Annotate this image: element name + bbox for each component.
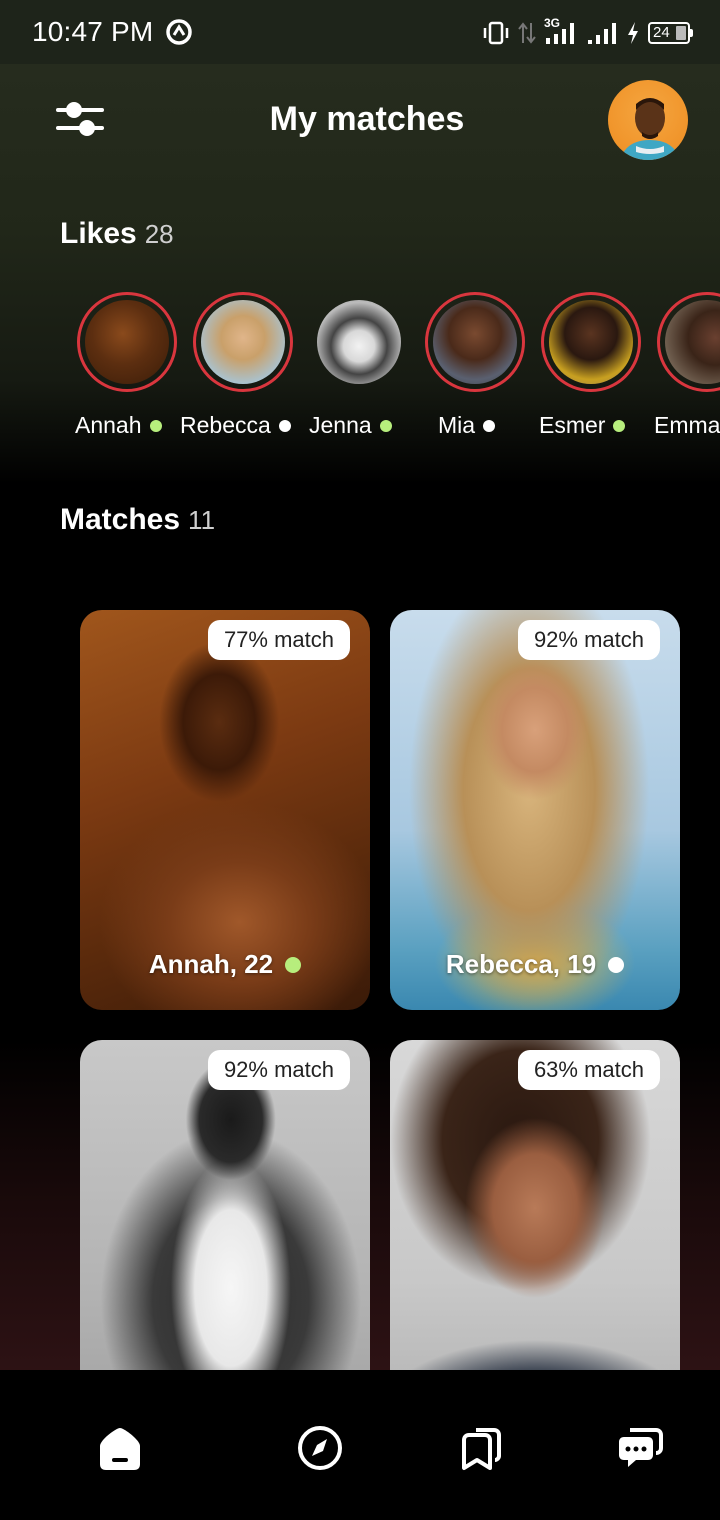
match-card[interactable]: 77% match Annah, 22 [80,610,370,1010]
signal-bars-2-icon [588,23,616,44]
like-item[interactable]: Annah [75,292,193,442]
match-name: Rebecca, 19 [445,949,597,979]
signal-3g: 3G [544,16,578,46]
match-percentage-badge: 92% match [517,620,660,660]
like-ring [193,292,293,392]
battery-icon: 24 [648,22,693,44]
bottom-navigation [0,1370,720,1520]
like-name-row: Rebecca [180,412,291,439]
user-avatar-icon [620,98,680,160]
matches-title: Matches [60,503,181,536]
data-arrows-icon [518,22,536,44]
like-item[interactable]: Rebecca [180,292,309,442]
like-avatar [85,300,169,384]
like-avatar [433,300,517,384]
like-name: Jenna [309,412,372,438]
likes-header: Likes 28 [60,217,174,251]
nav-chat[interactable] [610,1418,670,1478]
match-name-row: Annah, 22 [80,949,370,980]
online-dot [149,419,162,432]
like-name: Emma [654,412,720,438]
like-name-row: Esmer [539,412,626,439]
match-name: Annah, 22 [148,949,274,979]
app-notification-icon [166,19,192,45]
like-ring [657,292,720,392]
match-percentage-badge: 63% match [517,1050,660,1090]
online-dot [379,419,392,432]
like-item[interactable]: Mia [425,292,541,442]
charging-icon [628,22,638,44]
nav-cards[interactable] [450,1418,510,1478]
like-name: Annah [75,412,142,438]
like-ring [541,292,641,392]
like-item[interactable]: Esmer [539,292,657,442]
like-avatar [665,300,720,384]
chat-icon [619,1428,663,1467]
home-icon [100,1428,140,1470]
match-percentage-badge: 92% match [207,1050,350,1090]
nav-home[interactable] [90,1418,150,1478]
status-time: 10:47 PM [32,16,154,47]
match-percentage-badge: 77% match [207,620,350,660]
like-name-row: Mia [438,412,496,439]
like-item[interactable]: Jenna [309,292,425,442]
like-name-row: Jenna [309,412,392,439]
like-name: Mia [438,412,476,438]
like-name: Rebecca [180,412,271,438]
like-ring [425,292,525,392]
status-bar: 10:47 PM 3G 24 [0,0,720,64]
nav-explore[interactable] [290,1418,350,1478]
vibrate-icon [483,21,509,45]
like-avatar [201,300,285,384]
battery-level: 24 [653,24,670,41]
matches-header: Matches 11 [60,503,215,537]
cards-icon [462,1428,501,1470]
match-card[interactable]: 92% match Rebecca, 19 [390,610,680,1010]
status-icons: 3G 24 [482,16,693,48]
compass-icon [298,1426,342,1470]
likes-count: 28 [144,219,174,249]
matches-count: 11 [188,505,216,535]
status-dot [608,956,625,973]
like-item[interactable]: Emma [654,292,720,442]
status-dot [483,419,496,432]
like-avatar [317,300,401,384]
profile-avatar[interactable] [608,80,688,160]
match-name-row: Rebecca, 19 [390,949,680,980]
like-ring [77,292,177,392]
online-dot [613,419,626,432]
signal-bars-icon [546,23,574,44]
like-avatar [549,300,633,384]
like-name-row: Annah [75,412,162,439]
online-dot [285,956,302,973]
like-ring [309,292,409,392]
like-name: Esmer [539,412,606,438]
like-name-row: Emma [654,412,720,439]
status-dot [278,419,291,432]
likes-carousel[interactable]: Annah Rebecca Jenna Mia Esmer Emma [0,292,720,452]
likes-title: Likes [60,217,137,250]
